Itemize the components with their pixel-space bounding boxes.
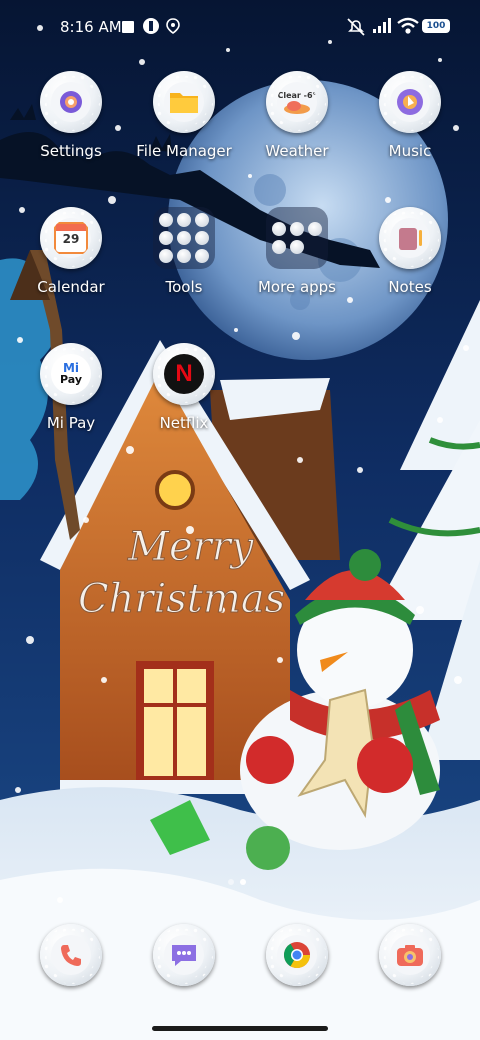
- location-icon: [166, 18, 180, 38]
- app-mi-pay[interactable]: Mi Pay Mi Pay: [16, 343, 126, 432]
- app-calendar[interactable]: 29 Calendar: [16, 207, 126, 296]
- folder-tools[interactable]: Tools: [129, 207, 239, 296]
- gear-icon: [51, 82, 91, 122]
- mi-pay-icon: Mi Pay: [51, 354, 91, 394]
- battery-icon: 100: [422, 19, 450, 33]
- calendar-date: 29: [62, 232, 80, 246]
- dock-chrome[interactable]: [242, 924, 352, 986]
- folder-icon: [164, 82, 204, 122]
- notes-icon: [390, 218, 430, 258]
- page-indicator[interactable]: [228, 879, 246, 885]
- dock-phone[interactable]: [16, 924, 126, 986]
- folder-icon: [153, 207, 215, 269]
- gesture-bar[interactable]: [152, 1026, 328, 1031]
- messages-icon: [164, 935, 204, 975]
- media-icon: [142, 17, 160, 39]
- ornament: [246, 826, 290, 870]
- mi-pay-text: Pay: [59, 373, 83, 386]
- status-bar: 8:16 AM 100: [0, 0, 480, 56]
- mute-icon: [346, 17, 366, 41]
- dock-camera[interactable]: [355, 924, 465, 986]
- app-label: Tools: [165, 278, 203, 296]
- dock-messages[interactable]: [129, 924, 239, 986]
- app-label: Notes: [388, 278, 432, 296]
- netflix-logo: N: [175, 360, 193, 387]
- square-icon: [121, 19, 135, 38]
- app-label: Netflix: [159, 414, 209, 432]
- weather-badge: Clear -6°: [277, 90, 317, 100]
- app-label: Mi Pay: [46, 414, 96, 432]
- calendar-icon: 29: [51, 218, 91, 258]
- app-label: File Manager: [136, 142, 232, 160]
- page-dot[interactable]: [228, 879, 234, 885]
- folder-icon: [266, 207, 328, 269]
- app-music[interactable]: Music: [355, 71, 465, 160]
- signal-icon: [372, 18, 392, 38]
- app-label: Music: [388, 142, 432, 160]
- wifi-icon: [397, 17, 419, 39]
- weather-icon: Clear -6°: [277, 82, 317, 122]
- folder-more-apps[interactable]: More apps: [242, 207, 352, 296]
- chrome-icon: [277, 935, 317, 975]
- netflix-icon: N: [164, 354, 204, 394]
- app-weather[interactable]: Clear -6° Weather: [242, 71, 352, 160]
- status-time: 8:16 AM: [60, 18, 122, 36]
- phone-icon: [51, 935, 91, 975]
- app-notes[interactable]: Notes: [355, 207, 465, 296]
- greeting-line1: Merry: [127, 524, 255, 570]
- app-label: Calendar: [37, 278, 105, 296]
- camera-icon: [390, 935, 430, 975]
- greeting-line2: Christmas: [78, 576, 285, 622]
- app-label: Weather: [265, 142, 329, 160]
- music-icon: [390, 82, 430, 122]
- page-dot-active[interactable]: [240, 879, 246, 885]
- app-label: Settings: [40, 142, 102, 160]
- app-label: More apps: [257, 278, 336, 296]
- app-file-manager[interactable]: File Manager: [129, 71, 239, 160]
- app-settings[interactable]: Settings: [16, 71, 126, 160]
- app-netflix[interactable]: N Netflix: [129, 343, 239, 432]
